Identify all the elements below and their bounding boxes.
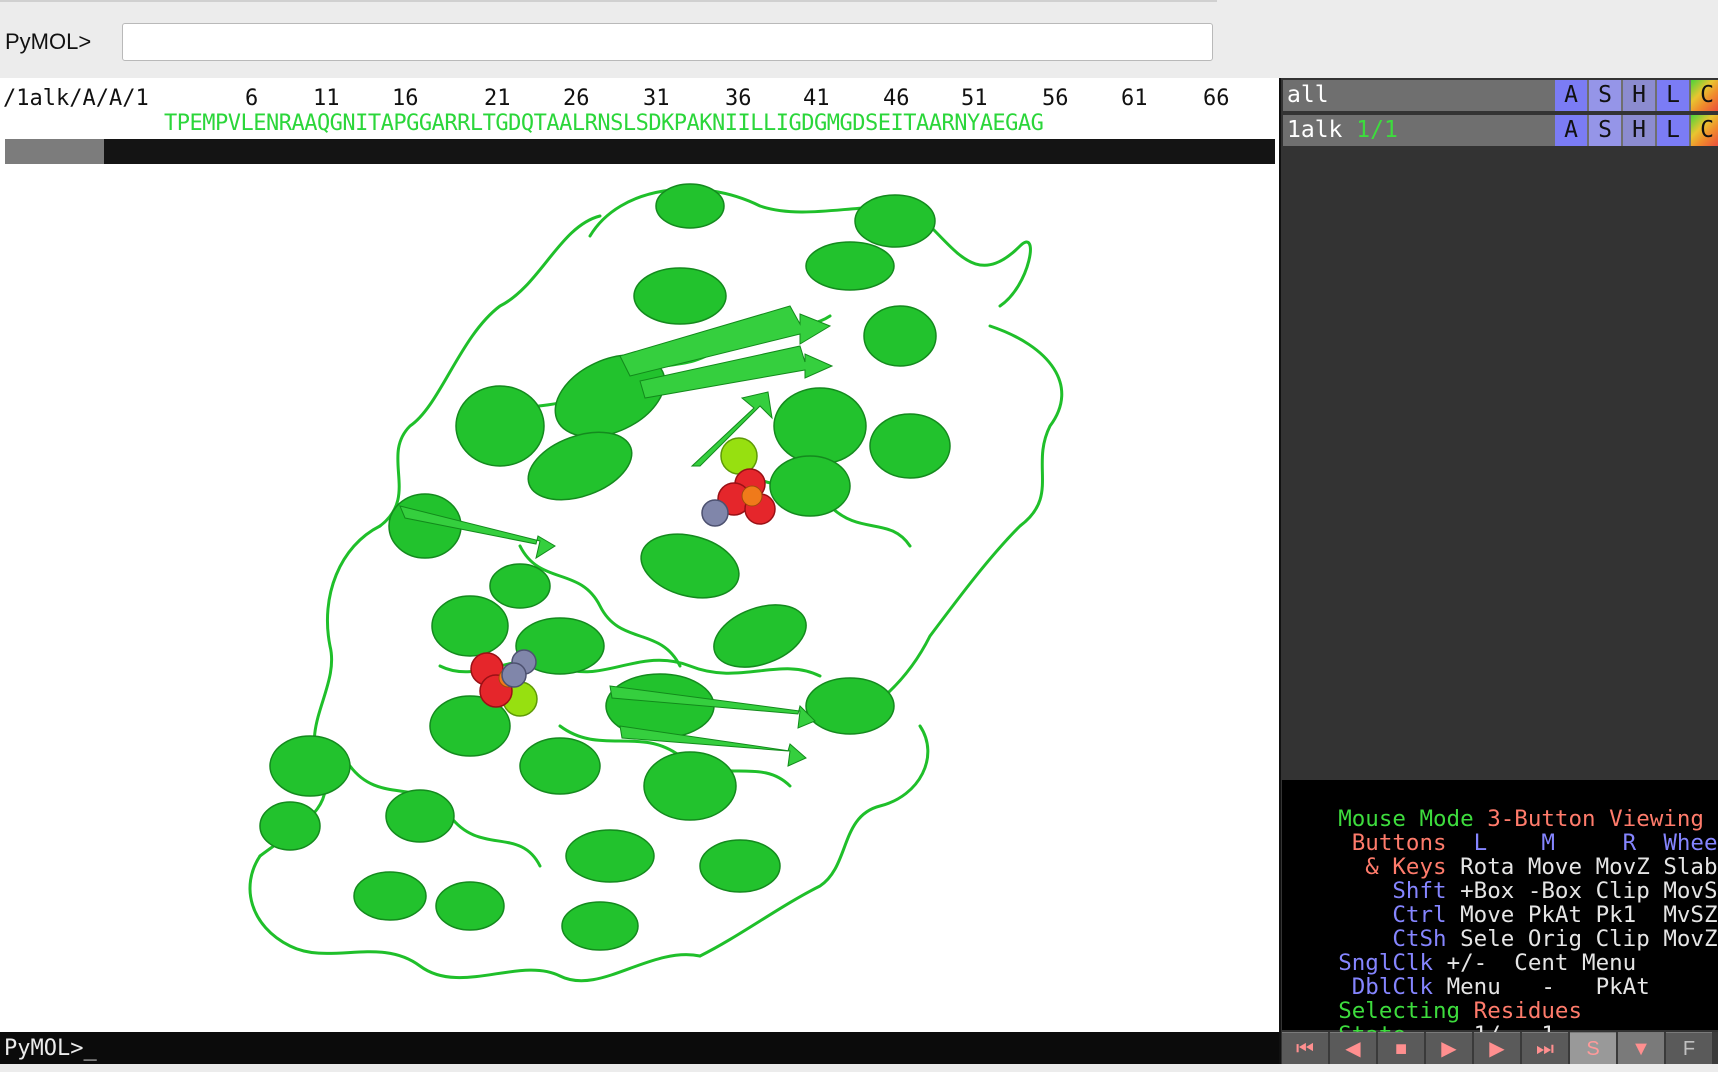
mouse-mode-panel[interactable]: Mouse Mode 3-Button Viewing Buttons L M … <box>1282 780 1718 1047</box>
residue-number: 31 <box>643 86 670 111</box>
hide-button[interactable]: H <box>1623 115 1655 146</box>
color-button[interactable]: C <box>1691 115 1718 146</box>
label-button[interactable]: L <box>1657 115 1689 146</box>
play-icon[interactable]: ▶ <box>1426 1032 1472 1064</box>
object-row-1alk[interactable]: 1alk 1/1 A S H L C <box>1283 115 1718 146</box>
molecule-viewport[interactable] <box>0 166 1279 1032</box>
object-row-all[interactable]: all A S H L C <box>1283 80 1718 111</box>
end-icon[interactable]: ⏭ <box>1522 1032 1568 1064</box>
show-button[interactable]: S <box>1589 80 1621 111</box>
top-divider <box>0 0 1217 2</box>
residue-number: 56 <box>1042 86 1069 111</box>
command-bar: PyMOL> <box>0 0 1718 78</box>
scene-button[interactable]: S <box>1570 1032 1616 1064</box>
residue-number: 16 <box>392 86 419 111</box>
protein-cartoon-icon <box>248 183 1064 983</box>
residue-number: 6 <box>245 86 259 111</box>
nitrogen-atom <box>701 499 729 527</box>
residue-number: 26 <box>563 86 590 111</box>
residue-number: 61 <box>1121 86 1148 111</box>
action-button[interactable]: A <box>1555 80 1587 111</box>
show-button[interactable]: S <box>1589 115 1621 146</box>
command-input[interactable] <box>122 23 1213 61</box>
sequence-residues[interactable]: TPEMPVLENRAAQGNITAPGGARRLTGDQTAALRNSLSDK… <box>164 111 1044 136</box>
color-button[interactable]: C <box>1691 80 1718 111</box>
playback-controls: ⏮ ◀ ■ ▶ ▶ ⏭ S ▼ F <box>1282 1032 1718 1064</box>
object-name[interactable]: all <box>1287 82 1342 108</box>
next-frame-icon[interactable]: ▶ <box>1474 1032 1520 1064</box>
residue-number: 51 <box>961 86 988 111</box>
residue-number: 41 <box>803 86 830 111</box>
sequence-scroll-thumb[interactable] <box>5 139 104 164</box>
stop-icon[interactable]: ■ <box>1378 1032 1424 1064</box>
fullscreen-button[interactable]: F <box>1666 1032 1712 1064</box>
cartoon-helices <box>259 183 951 951</box>
residue-number: 21 <box>484 86 511 111</box>
label-button[interactable]: L <box>1657 80 1689 111</box>
sequence-scrollbar[interactable] <box>5 139 1275 164</box>
prev-frame-icon[interactable]: ◀ <box>1330 1032 1376 1064</box>
rewind-icon[interactable]: ⏮ <box>1282 1032 1328 1064</box>
phosphorus-atom <box>741 485 763 507</box>
console-bar[interactable]: PyMOL>_ <box>0 1032 1279 1064</box>
command-prompt-label: PyMOL> <box>5 29 92 54</box>
sequence-object-path: /1alk/A/A/1 <box>3 86 149 111</box>
residue-number: 36 <box>725 86 752 111</box>
nitrogen-atom <box>501 662 527 688</box>
object-name[interactable]: 1alk 1/1 <box>1287 117 1398 143</box>
console-prompt[interactable]: PyMOL>_ <box>4 1036 97 1061</box>
hide-button[interactable]: H <box>1623 80 1655 111</box>
action-button[interactable]: A <box>1555 115 1587 146</box>
chevron-down-icon[interactable]: ▼ <box>1618 1032 1664 1064</box>
residue-number: 11 <box>313 86 340 111</box>
sequence-viewer: /1alk/A/A/1 6 11 16 21 26 31 36 41 46 51… <box>0 78 1279 166</box>
residue-number: 46 <box>883 86 910 111</box>
residue-number: 66 <box>1203 86 1230 111</box>
